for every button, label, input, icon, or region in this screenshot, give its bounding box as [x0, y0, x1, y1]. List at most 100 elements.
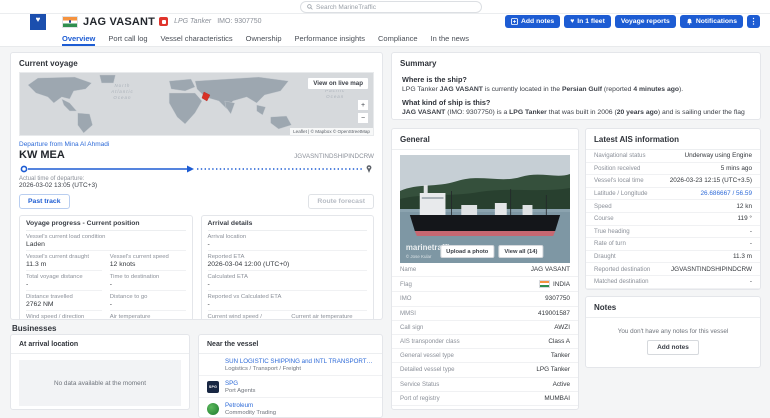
row-mmsi: MMSI419001587 — [392, 307, 578, 321]
in-fleet-button[interactable]: ♥ In 1 fleet — [564, 15, 611, 28]
text-segment: Persian Gulf — [562, 86, 602, 93]
field-wind-speed-direction: Wind speed / direction2kn / S (182°) — [26, 311, 102, 320]
text-segment: (reported — [602, 86, 633, 93]
text-segment: 20 years ago — [617, 109, 658, 116]
voyage-buttons-row: Past track Route forecast — [19, 194, 374, 209]
map-zoom-in-button[interactable]: + — [357, 99, 369, 111]
upload-photo-button[interactable]: Upload a photo — [440, 245, 494, 258]
vessel-type-label: LPG Tanker — [174, 18, 211, 25]
field-total-voyage-distance: Total voyage distance- — [26, 271, 102, 291]
row-draught: Draught11.3 m — [586, 251, 760, 264]
value-position-received: 5 mins ago — [721, 165, 752, 172]
voyage-progress-panel-title: Voyage progress - Current position — [26, 220, 186, 231]
reported-destination-code: JGVASNTINDSHIPINDCRW — [294, 153, 374, 160]
value-call-sign: AWZI — [554, 324, 570, 331]
field-vessel-s-current-speed: Vessel's current speed12 knots — [110, 251, 186, 271]
svg-text:Ocean: Ocean — [326, 94, 344, 99]
text-segment: 4 minutes ago — [633, 86, 679, 93]
view-all-photos-button[interactable]: View all (14) — [498, 245, 543, 258]
past-track-button[interactable]: Past track — [19, 194, 70, 209]
at-arrival-empty-state: No data available at the moment — [19, 360, 181, 406]
search-placeholder: Search MarineTraffic — [316, 4, 376, 11]
field-vessel-s-current-draught: Vessel's current draught11.3 m — [26, 251, 102, 271]
business-name-link[interactable]: SUN LOGISTIC SHIPPING and INTL TRANSPORT… — [225, 358, 374, 365]
value-service-status: Active — [553, 381, 570, 388]
value-detailed-vessel-type: LPG Tanker — [536, 366, 570, 373]
tabs: Overview Port call log Vessel characterist… — [62, 30, 770, 46]
header-actions: Add notes ♥ In 1 fleet Voyage reports No… — [505, 15, 760, 28]
field-air-temperature: Air temperature24°C — [110, 311, 186, 320]
text-segment: ). — [679, 86, 683, 93]
row-navigational-status: Navigational statusUnderway using Engine — [586, 150, 760, 163]
near-vessel-list: SUN LOGISTIC SHIPPING and INTL TRANSPORT… — [199, 354, 382, 418]
general-title: General — [392, 129, 578, 150]
summary-answer-type: JAG VASANT (IMO: 9307750) is a LPG Tanke… — [402, 108, 750, 120]
voyage-panels: Voyage progress - Current position Vesse… — [19, 215, 374, 320]
vessel-type-icon — [159, 17, 168, 26]
notes-card: Notes You don't have any notes for this … — [585, 296, 761, 368]
business-name-link[interactable]: Petroleum — [225, 402, 276, 409]
field-reported-vs-calculated-eta: Reported vs Calculated ETA- — [208, 291, 368, 311]
tab-compliance[interactable]: Compliance — [378, 30, 418, 46]
heart-icon: ♥ — [570, 18, 574, 25]
row-general-vessel-type: General vessel typeTanker — [392, 349, 578, 363]
view-on-live-map-button[interactable]: View on live map — [307, 77, 369, 90]
field-time-to-destination: Time to destination- — [110, 271, 186, 291]
tab-in-the-news[interactable]: In the news — [431, 30, 469, 46]
search-input[interactable]: Search MarineTraffic — [300, 1, 482, 13]
value-flag: INDIA — [539, 280, 570, 288]
route-forecast-button[interactable]: Route forecast — [308, 194, 374, 209]
field-vessel-s-current-load-condition: Vessel's current load conditionLaden — [26, 231, 186, 251]
tab-vessel-characteristics[interactable]: Vessel characteristics — [161, 30, 233, 46]
row-name: NameJAG VASANT — [392, 263, 578, 277]
india-flag-icon — [539, 280, 550, 288]
row-vessel-s-local-time: Vessel's local time2026-03-23 12:15 (UTC… — [586, 175, 760, 188]
ais-table: Navigational statusUnderway using Engine… — [586, 150, 760, 290]
text-segment: that was built in 2006 ( — [547, 109, 617, 116]
tab-overview[interactable]: Overview — [62, 30, 95, 46]
add-notes-secondary-button[interactable]: Add notes — [647, 340, 699, 355]
latest-ais-card: Latest AIS information Navigational stat… — [585, 128, 761, 290]
value-navigational-status: Underway using Engine — [685, 152, 753, 159]
vessel-imo: IMO: 9307750 — [217, 18, 261, 25]
vessel-header: ♥ JAG VASANT LPG Tanker IMO: 9307750 Add… — [0, 13, 770, 30]
value-mmsi: 419001587 — [538, 310, 570, 317]
businesses-section-title: Businesses — [12, 324, 56, 333]
vessel-progress-arrow-icon — [187, 166, 194, 173]
plus-square-icon — [511, 18, 518, 25]
arrival-details-panel: Arrival details Arrival location-Reporte… — [201, 215, 375, 320]
summary-title: Summary — [392, 53, 760, 72]
business-category: Commodity Trading — [225, 410, 276, 416]
value-draught: 11.3 m — [733, 253, 752, 260]
voyage-reports-button[interactable]: Voyage reports — [615, 15, 676, 28]
add-notes-button[interactable]: Add notes — [505, 15, 560, 28]
tabs-bar: Overview Port call log Vessel characterist… — [0, 30, 770, 47]
business-name-link[interactable]: SPG — [225, 380, 255, 387]
notes-title: Notes — [586, 297, 760, 318]
notifications-button[interactable]: Notifications — [680, 15, 743, 28]
map-zoom-controls: + − — [357, 99, 369, 124]
row-call-sign: Call signAWZI — [392, 321, 578, 335]
more-options-button[interactable]: ⋮ — [747, 15, 760, 28]
bell-icon — [686, 18, 693, 25]
map-zoom-out-button[interactable]: − — [357, 112, 369, 124]
general-table: NameJAG VASANTFlagINDIAIMO9307750MMSI419… — [392, 263, 578, 410]
marinetraffic-vessel-page: Search MarineTraffic ♥ JAG VASANT LPG Ta… — [0, 0, 770, 418]
vessel-photo[interactable]: marinetraffic © Jose Kular Upload a phot… — [400, 155, 570, 263]
text-segment: 83,269 cubic meters Liquid Gas — [504, 119, 606, 120]
voyage-map[interactable]: North Atlantic Ocean North Pacific Ocean… — [19, 72, 374, 136]
value-speed: 12 kn — [736, 203, 752, 210]
business-item-spg: SPGSPGPort Agents — [199, 376, 382, 398]
text-segment: is currently located in the — [483, 86, 562, 93]
notes-empty-state: You don't have any notes for this vessel… — [586, 318, 760, 364]
business-logo-icon — [207, 359, 219, 371]
value-imo: 9307750 — [545, 295, 570, 302]
arrival-details-panel-title: Arrival details — [208, 220, 368, 231]
tab-performance-insights[interactable]: Performance insights — [295, 30, 365, 46]
value-rate-of-turn: - — [750, 240, 752, 247]
topbar: Search MarineTraffic — [0, 0, 770, 14]
tab-port-call-log[interactable]: Port call log — [108, 30, 147, 46]
departure-port-link[interactable]: Departure from Mina Al Ahmadi — [19, 141, 374, 148]
value-link-latitude-longitude[interactable]: 26.686667 / 56.59 — [700, 190, 752, 197]
tab-ownership[interactable]: Ownership — [246, 30, 282, 46]
